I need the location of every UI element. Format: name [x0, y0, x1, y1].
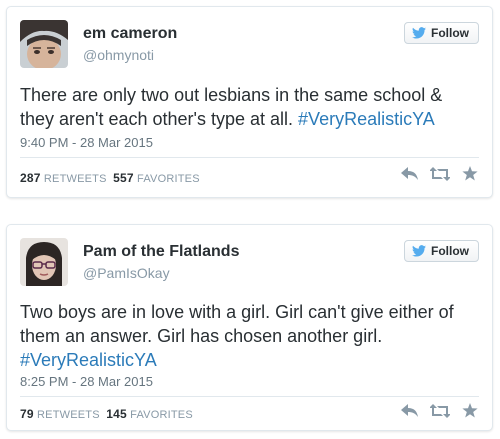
tweet-card: Pam of the Flatlands @PamIsOkay Follow T…	[6, 224, 493, 431]
retweet-icon[interactable]	[429, 403, 451, 423]
retweets-label: RETWEETS	[43, 173, 107, 185]
timestamp[interactable]: 8:25 PM - 28 Mar 2015	[20, 374, 153, 389]
retweet-count[interactable]: 287	[20, 171, 41, 185]
user-handle[interactable]: @PamIsOkay	[83, 265, 170, 281]
star-icon[interactable]	[462, 403, 478, 423]
avatar[interactable]	[20, 238, 68, 286]
reply-icon[interactable]	[401, 166, 418, 186]
favorite-count[interactable]: 557	[113, 171, 134, 185]
tweet-stats: 287 RETWEETS 557 FAVORITES	[20, 171, 200, 185]
follow-label: Follow	[431, 26, 469, 40]
user-handle[interactable]: @ohmynoti	[83, 47, 154, 63]
tweet-actions	[401, 166, 478, 186]
favorites-label: FAVORITES	[130, 409, 193, 421]
tweet-card: em cameron @ohmynoti Follow There are on…	[6, 6, 493, 198]
tweet-text: Two boys are in love with a girl. Girl c…	[20, 300, 474, 372]
tweet-text: There are only two out lesbians in the s…	[20, 83, 474, 131]
follow-label: Follow	[431, 244, 469, 258]
follow-button[interactable]: Follow	[404, 22, 479, 44]
tweet-actions	[401, 403, 478, 423]
tweet-stats: 79 RETWEETS 145 FAVORITES	[20, 407, 193, 421]
hashtag-link[interactable]: #VeryRealisticYA	[298, 109, 435, 129]
reply-icon[interactable]	[401, 403, 418, 423]
display-name[interactable]: em cameron	[83, 25, 177, 43]
favorites-label: FAVORITES	[137, 173, 200, 185]
star-icon[interactable]	[462, 166, 478, 186]
retweet-icon[interactable]	[429, 166, 451, 186]
divider	[20, 396, 479, 397]
twitter-bird-icon	[412, 245, 426, 257]
retweets-label: RETWEETS	[37, 409, 100, 421]
retweet-count[interactable]: 79	[20, 407, 34, 421]
display-name[interactable]: Pam of the Flatlands	[83, 243, 239, 261]
avatar[interactable]	[20, 20, 68, 68]
hashtag-link[interactable]: #VeryRealisticYA	[20, 350, 157, 370]
favorite-count[interactable]: 145	[106, 407, 127, 421]
timestamp[interactable]: 9:40 PM - 28 Mar 2015	[20, 135, 153, 150]
twitter-bird-icon	[412, 27, 426, 39]
tweet-body: Two boys are in love with a girl. Girl c…	[20, 302, 454, 346]
follow-button[interactable]: Follow	[404, 240, 479, 262]
divider	[20, 157, 479, 158]
